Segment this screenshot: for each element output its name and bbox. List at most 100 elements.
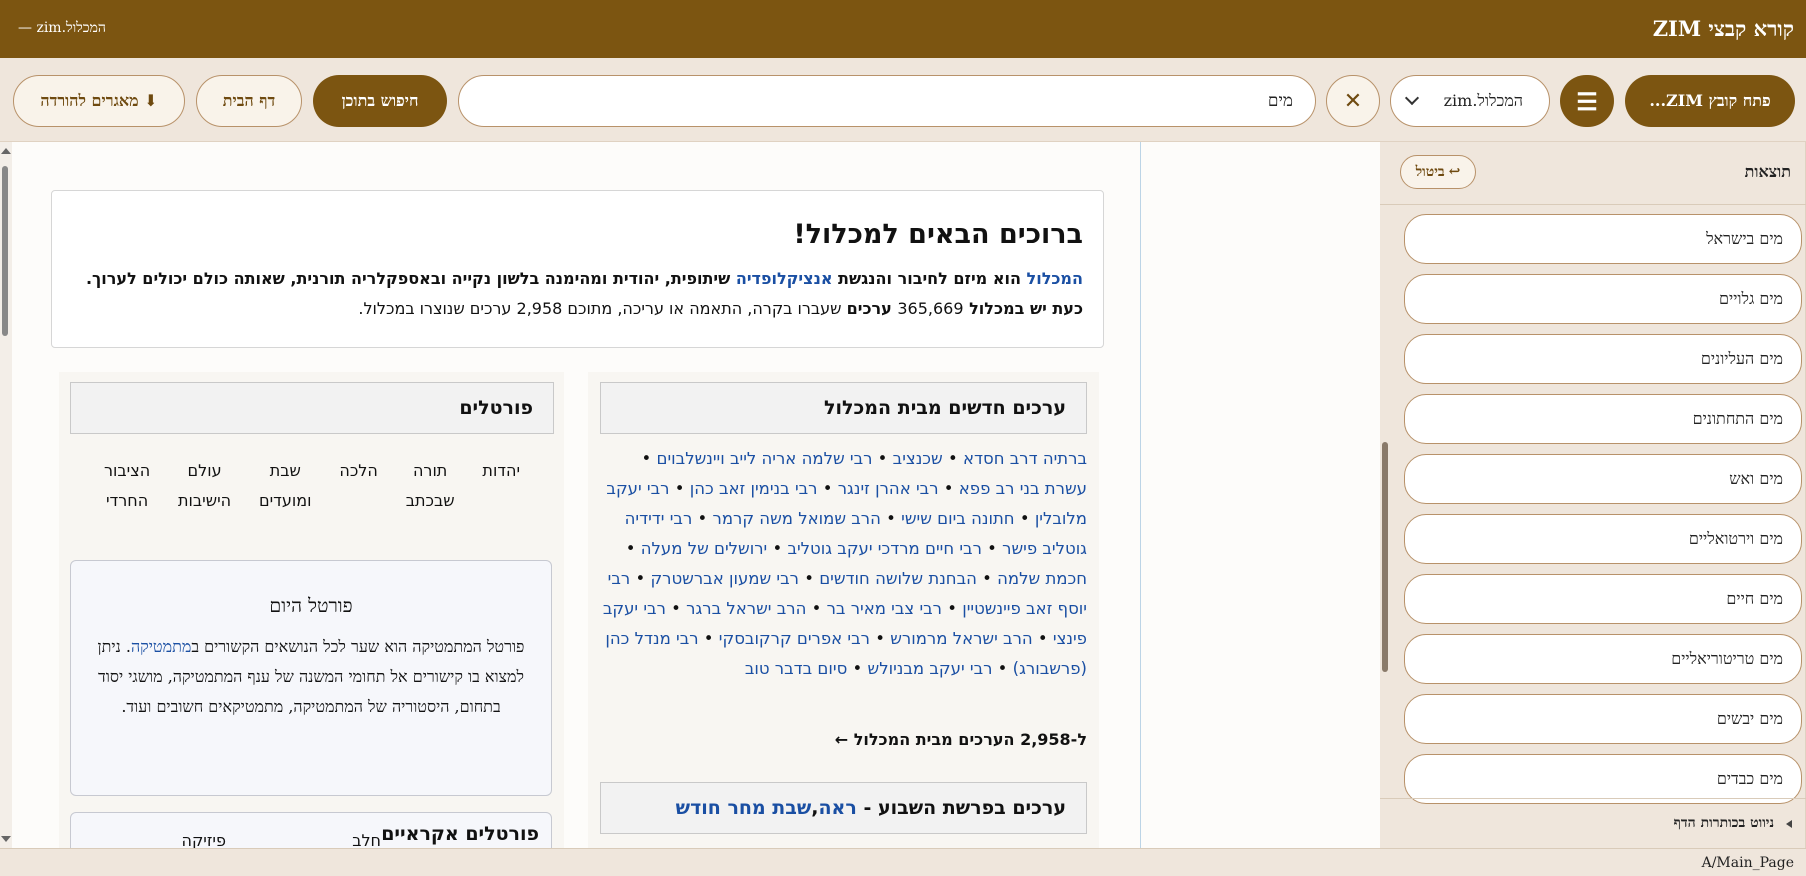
bullet-separator: •: [992, 659, 1013, 678]
encyclopedia-link[interactable]: אנציקלופדיה: [736, 269, 833, 288]
open-zim-button[interactable]: פתח קובץ ZIM...: [1625, 75, 1795, 127]
result-item[interactable]: מים ואש: [1404, 454, 1802, 504]
random-portal-item[interactable]: חלב: [352, 831, 381, 848]
new-articles-list: ברתיה דרב חסדא • שכנציב • רבי שלמה אריה …: [600, 444, 1087, 684]
new-article-link[interactable]: עשרת בני רב פפא: [959, 479, 1087, 498]
home-page-button[interactable]: דף הבית: [196, 75, 302, 127]
bullet-separator: •: [692, 509, 713, 528]
result-item[interactable]: מים כבדים: [1404, 754, 1802, 804]
result-item[interactable]: מים יבשים: [1404, 694, 1802, 744]
search-input[interactable]: [458, 75, 1316, 127]
hamichlol-link[interactable]: המכלול: [1027, 269, 1083, 288]
more-articles-link[interactable]: ל-2,958 הערכים מבית המכלול ←: [600, 730, 1087, 749]
random-portal-item[interactable]: פיזיקה: [182, 831, 227, 848]
portals-column: פורטלים יהדות תורה שבכתב הלכה שבת ומועדים עולם…: [59, 372, 564, 848]
menu-button[interactable]: ☰: [1560, 75, 1614, 127]
portal-link-line: תורה: [412, 461, 448, 480]
zim-file-select[interactable]: המכלול.zim: [1390, 75, 1550, 127]
result-item[interactable]: מים טריטוריאליים: [1404, 634, 1802, 684]
undo-icon: ↩: [1448, 164, 1461, 180]
bullet-separator: •: [817, 479, 838, 498]
result-item[interactable]: מים גלויים: [1404, 274, 1802, 324]
bullet-separator: •: [630, 569, 651, 588]
new-article-link[interactable]: הרב ישראל ברגר: [686, 599, 806, 618]
parasha-heading: ערכים בפרשת השבוע - ראה, שבת מחר חודש: [600, 782, 1087, 834]
new-article-link[interactable]: הרב שמואל משה קרמר: [713, 509, 881, 528]
scrollbar-thumb[interactable]: [2, 166, 8, 336]
result-item[interactable]: מים וירטואליים: [1404, 514, 1802, 564]
new-article-link[interactable]: רבי אהרן זינגר: [838, 479, 939, 498]
daily-portal-heading: פורטל היום: [269, 595, 353, 617]
new-article-link[interactable]: סיום בדבר טוב: [745, 659, 847, 678]
new-article-link[interactable]: רבי שלמה אריה לייב ויינשלבוים: [657, 449, 873, 468]
portal-link[interactable]: הציבור החרדי: [104, 456, 150, 516]
article-view[interactable]: ברוכים הבאים למכלול! המכלול הוא מיזם לחי…: [0, 142, 1380, 848]
total-count: 365,669: [897, 299, 964, 318]
bullet-separator: •: [806, 599, 827, 618]
portal-link-line: החרדי: [105, 491, 149, 510]
result-item[interactable]: מים בישראל: [1404, 214, 1802, 264]
new-article-link[interactable]: רבי אפרים קרקובסקי: [719, 629, 870, 648]
portal-link[interactable]: יהדות: [482, 456, 520, 516]
new-article-link[interactable]: הרב ישראל מרמורש: [890, 629, 1032, 648]
new-article-link[interactable]: חתונה ביום שישי: [901, 509, 1014, 528]
triangle-left-icon: [1786, 819, 1792, 828]
new-article-link[interactable]: רבי חיים מרדכי יעקב גוטליב: [787, 539, 981, 558]
new-article-link[interactable]: הבחנת שלושה חודשים: [819, 569, 977, 588]
bullet-separator: •: [1032, 629, 1053, 648]
app-title: קורא קבצי ZIM: [1652, 16, 1794, 41]
welcome-text: המכלול הוא מיזם לחיבור והנגשת אנציקלופדי…: [85, 269, 1083, 318]
portal-link-line: עולם: [187, 461, 222, 480]
scroll-down-icon[interactable]: [1, 836, 11, 842]
portal-link[interactable]: הלכה: [339, 456, 377, 516]
new-article-link[interactable]: חכמת שלמה: [997, 569, 1087, 588]
portal-link[interactable]: תורה שבכתב: [406, 456, 455, 516]
close-icon: ✕: [1343, 88, 1363, 114]
bullet-separator: •: [872, 449, 893, 468]
clear-search-button[interactable]: ✕: [1326, 75, 1380, 127]
status-url: A/Main_Page: [1701, 855, 1794, 871]
bullet-separator: •: [976, 569, 998, 588]
new-article-link[interactable]: רבי בנימין זאב כהן: [690, 479, 818, 498]
results-scrollbar[interactable]: [1382, 442, 1388, 672]
cancel-button[interactable]: ↩ ביטול: [1400, 155, 1476, 189]
toc-toggle[interactable]: ניווט בכותרות הדף: [1380, 798, 1806, 848]
content-scrollbar[interactable]: [0, 142, 12, 848]
parasha-link-reeh[interactable]: ראה: [819, 797, 857, 819]
portal-link-line: הישיבות: [178, 491, 232, 510]
math-link[interactable]: מתמטיקה: [131, 637, 191, 656]
status-bar: A/Main_Page: [0, 848, 1806, 876]
new-article-link[interactable]: רבי שמעון אברשטרק: [650, 569, 799, 588]
daily-portal-box: פורטל היום פורטל המתמטיקה הוא שער לכל הנ…: [70, 560, 552, 796]
result-item[interactable]: מים חיים: [1404, 574, 1802, 624]
bullet-separator: •: [665, 599, 687, 618]
new-article-link[interactable]: שכנציב: [893, 449, 943, 468]
portal-link-line: יהדות: [482, 461, 521, 480]
portal-link-line: הלכה: [339, 461, 378, 480]
bullet-separator: •: [669, 479, 690, 498]
content-divider: [1140, 142, 1141, 848]
bullet-separator: •: [767, 539, 788, 558]
new-article-link[interactable]: רבי צבי מאיר בר: [827, 599, 942, 618]
welcome-box: ברוכים הבאים למכלול! המכלול הוא מיזם לחי…: [51, 190, 1104, 348]
result-item[interactable]: מים העליונים: [1404, 334, 1802, 384]
scroll-up-icon[interactable]: [1, 148, 11, 154]
new-article-link[interactable]: ירושלים של מעלה: [641, 539, 767, 558]
portal-link[interactable]: שבת ומועדים: [259, 456, 312, 516]
new-article-link[interactable]: ברתיה דרב חסדא: [963, 449, 1087, 468]
zim-select-value: המכלול.zim: [1443, 91, 1523, 110]
bullet-separator: •: [1014, 509, 1035, 528]
bullet-separator: •: [698, 629, 719, 648]
bullet-separator: •: [869, 629, 891, 648]
result-item[interactable]: מים התחתונים: [1404, 394, 1802, 444]
chevron-down-icon: [1404, 90, 1420, 106]
fulltext-search-button[interactable]: חיפוש בתוכן: [313, 75, 447, 127]
random-portals-heading: פורטלים אקראיים: [381, 823, 539, 845]
portal-link-line: שבכתב: [405, 491, 455, 510]
random-portals-box: פורטלים אקראיים חלב פיזיקה: [70, 812, 552, 848]
download-repositories-button[interactable]: ⬇ מאגרים להורדה: [13, 75, 185, 127]
parasha-link-shabbat[interactable]: שבת מחר חודש: [676, 797, 812, 819]
portals-grid: יהדות תורה שבכתב הלכה שבת ומועדים עולם הישיבות ה…: [70, 456, 554, 516]
portal-link[interactable]: עולם הישיבות: [178, 456, 231, 516]
new-article-link[interactable]: רבי יעקב מבניולש: [868, 659, 993, 678]
